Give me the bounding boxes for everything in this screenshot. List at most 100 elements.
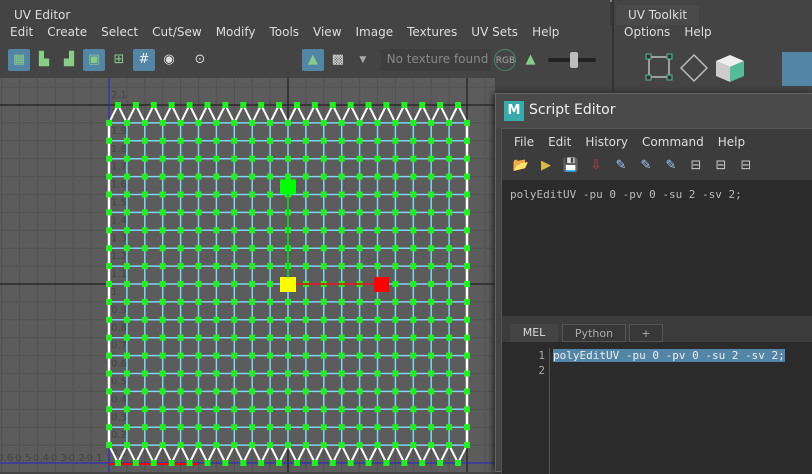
menu-view[interactable]: View	[313, 25, 341, 39]
uv-point	[437, 460, 444, 466]
uv-point	[204, 102, 211, 108]
menu-options[interactable]: Options	[624, 25, 670, 39]
menu-create[interactable]: Create	[47, 25, 87, 39]
menu-modify[interactable]: Modify	[216, 25, 256, 39]
image-channel-icon[interactable]: ▲	[519, 49, 541, 71]
uv-point	[428, 245, 435, 252]
uv-point	[168, 460, 175, 466]
menu-uv-sets[interactable]: UV Sets	[471, 25, 518, 39]
shell-icon[interactable]: ▦	[8, 49, 30, 71]
source-script-icon[interactable]: ▶	[535, 155, 557, 177]
uv-point	[195, 352, 202, 359]
menu-help[interactable]: Help	[718, 135, 745, 149]
save-to-shelf-icon[interactable]: ⇩	[585, 155, 607, 177]
grid-icon[interactable]: #	[133, 49, 155, 71]
clear-input-icon[interactable]: ✎	[635, 155, 657, 177]
menu-history[interactable]: History	[585, 135, 628, 149]
uv-point	[231, 298, 238, 305]
menu-tools[interactable]: Tools	[269, 25, 299, 39]
menu-select[interactable]: Select	[101, 25, 138, 39]
add-tab-button[interactable]: +	[629, 324, 663, 342]
snapshot-icon[interactable]: ⊙	[189, 49, 211, 71]
uv-point	[123, 406, 130, 413]
distortion-icon[interactable]: ⊞	[108, 49, 130, 71]
exposure-slider[interactable]	[548, 52, 597, 68]
uv-shell-mode-icon[interactable]	[782, 52, 812, 86]
pixel-snap-icon[interactable]: ◉	[158, 49, 180, 71]
shell-overlap-icon[interactable]: ▟	[58, 49, 80, 71]
menu-cut-sew[interactable]: Cut/Sew	[152, 25, 202, 39]
clear-history-icon[interactable]: ✎	[610, 155, 632, 177]
rgb-channels-icon[interactable]: RGB	[494, 49, 517, 71]
uv-point	[302, 173, 309, 180]
uv-point	[410, 137, 417, 144]
checker-icon[interactable]: ▩	[327, 49, 349, 71]
shell-border-icon[interactable]: ▙	[33, 49, 55, 71]
uv-point	[410, 227, 417, 234]
uv-point	[302, 298, 309, 305]
uv-point	[123, 298, 130, 305]
tab-uv-editor[interactable]: UV Editor	[2, 5, 83, 25]
uv-toolkit-panel: UV Toolkit Options Help	[612, 0, 812, 92]
uv-point	[195, 334, 202, 341]
uv-point	[446, 263, 453, 270]
uv-point	[123, 155, 130, 162]
uv-point	[374, 245, 381, 252]
menu-file[interactable]: File	[514, 135, 534, 149]
uv-grid-canvas[interactable]: 2.121.91.81.71.61.51.41.31.21.110.90.80.…	[0, 78, 495, 472]
uv-point	[123, 263, 130, 270]
menu-edit[interactable]: Edit	[10, 25, 33, 39]
uv-point	[356, 352, 363, 359]
uv-edge-mode-icon[interactable]	[679, 53, 709, 83]
uv-point	[159, 442, 166, 449]
menu-image[interactable]: Image	[356, 25, 394, 39]
uv-point	[392, 191, 399, 198]
uv-point	[302, 370, 309, 377]
uv-point	[249, 227, 256, 234]
selected-code-line: polyEditUV -pu 0 -pv 0 -su 2 -sv 2;	[553, 349, 785, 362]
menu-command[interactable]: Command	[642, 135, 704, 149]
border-display-icon[interactable]: ▣	[83, 49, 105, 71]
uv-point	[141, 137, 148, 144]
script-editor-titlebar[interactable]: M Script Editor	[496, 94, 812, 128]
uv-point	[141, 119, 148, 126]
tab-python[interactable]: Python	[562, 324, 626, 342]
dropdown-icon[interactable]: ▼	[352, 49, 374, 71]
uv-point	[311, 102, 318, 108]
tab-uv-toolkit[interactable]: UV Toolkit	[616, 5, 700, 25]
uv-point	[446, 388, 453, 395]
uv-point	[356, 334, 363, 341]
uv-point	[141, 424, 148, 431]
uv-point	[374, 191, 381, 198]
script-input-area[interactable]: 1 2 polyEditUV -pu 0 -pv 0 -su 2 -sv 2;	[502, 342, 812, 474]
menu-textures[interactable]: Textures	[407, 25, 457, 39]
menu-help[interactable]: Help	[532, 25, 559, 39]
clear-all-icon[interactable]: ✎	[660, 155, 682, 177]
uv-point	[159, 388, 166, 395]
uv-point	[302, 352, 309, 359]
save-script-icon[interactable]: 💾	[560, 155, 582, 177]
uv-point	[365, 460, 372, 466]
texture-field[interactable]: No texture found	[380, 49, 491, 71]
image-display-icon[interactable]: ▲	[301, 49, 324, 71]
uv-vertex-mode-icon[interactable]	[645, 53, 673, 81]
uv-point	[195, 281, 202, 287]
uv-point	[464, 209, 470, 216]
script-input-text[interactable]: polyEditUV -pu 0 -pv 0 -su 2 -sv 2;	[553, 348, 785, 363]
uv-face-mode-icon[interactable]	[716, 55, 744, 82]
menu-help[interactable]: Help	[684, 25, 711, 39]
show-history-icon[interactable]: ⊟	[685, 155, 707, 177]
show-input-icon[interactable]: ⊟	[710, 155, 732, 177]
uv-point	[428, 191, 435, 198]
tab-mel[interactable]: MEL	[510, 324, 558, 342]
script-output-area[interactable]: polyEditUV -pu 0 -pv 0 -su 2 -sv 2;	[502, 180, 812, 316]
uv-point	[374, 406, 381, 413]
uv-point	[106, 245, 112, 252]
uv-point	[464, 370, 470, 377]
show-both-icon[interactable]: ⊟	[735, 155, 757, 177]
uv-viewport[interactable]: 2.1 2 1.9 1.8 1.7 1.6 1.5 1.4 1.3 1.2 1.1 1 0.9 0.8 0.…	[0, 78, 495, 472]
menu-edit[interactable]: Edit	[548, 135, 571, 149]
uv-point	[141, 406, 148, 413]
open-script-icon[interactable]: 📂	[510, 155, 532, 177]
uv-point	[177, 191, 184, 198]
